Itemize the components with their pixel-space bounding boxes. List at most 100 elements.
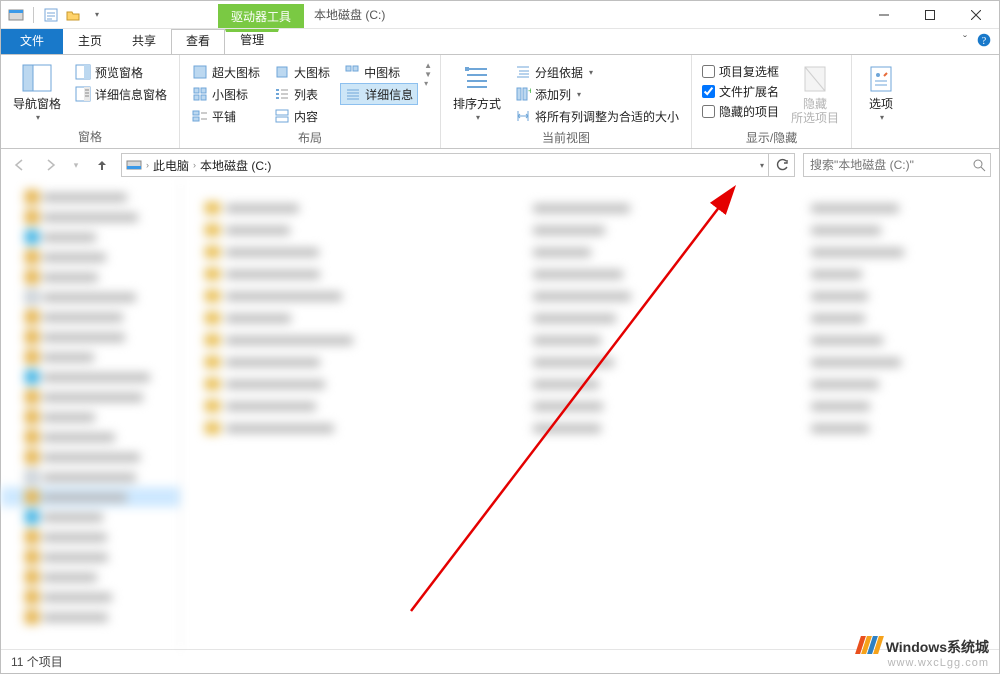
add-columns-button[interactable]: +添加列▾ xyxy=(511,83,683,105)
maximize-button[interactable] xyxy=(907,1,953,28)
list-item[interactable] xyxy=(205,375,353,393)
tree-item[interactable] xyxy=(1,527,180,547)
list-item[interactable] xyxy=(811,199,905,217)
tree-item[interactable] xyxy=(1,367,180,387)
list-item[interactable] xyxy=(533,309,630,327)
group-by-button[interactable]: 分组依据▾ xyxy=(511,61,683,83)
qat-customize-dropdown[interactable]: ▾ xyxy=(88,6,106,24)
list-item[interactable] xyxy=(811,287,905,305)
file-extensions-toggle[interactable]: 文件扩展名 xyxy=(700,81,781,101)
list-item[interactable] xyxy=(205,331,353,349)
close-button[interactable] xyxy=(953,1,999,28)
list-item[interactable] xyxy=(811,309,905,327)
file-list[interactable] xyxy=(181,181,999,649)
tree-item[interactable] xyxy=(1,207,180,227)
tree-item[interactable] xyxy=(1,567,180,587)
tree-item[interactable] xyxy=(1,467,180,487)
list-item[interactable] xyxy=(533,375,630,393)
tree-item[interactable] xyxy=(1,227,180,247)
tree-item[interactable] xyxy=(1,487,180,507)
list-item[interactable] xyxy=(205,353,353,371)
list-item[interactable] xyxy=(533,397,630,415)
tree-item[interactable] xyxy=(1,507,180,527)
list-item[interactable] xyxy=(811,221,905,239)
tree-item[interactable] xyxy=(1,347,180,367)
list-item[interactable] xyxy=(533,265,630,283)
view-extra-large-icons[interactable]: 超大图标 xyxy=(188,61,264,83)
navigation-tree[interactable] xyxy=(1,181,181,649)
tree-item[interactable] xyxy=(1,407,180,427)
list-item[interactable] xyxy=(205,309,353,327)
tree-item[interactable] xyxy=(1,267,180,287)
tree-item[interactable] xyxy=(1,547,180,567)
tree-item[interactable] xyxy=(1,587,180,607)
item-checkboxes-toggle[interactable]: 项目复选框 xyxy=(700,61,781,81)
tree-item[interactable] xyxy=(1,327,180,347)
view-details[interactable]: 详细信息 xyxy=(340,83,418,105)
list-item[interactable] xyxy=(811,375,905,393)
details-pane-button[interactable]: 详细信息窗格 xyxy=(71,83,171,105)
address-bar[interactable]: › 此电脑 › 本地磁盘 (C:) ▾ xyxy=(121,153,769,177)
view-tiles[interactable]: 平铺 xyxy=(188,105,264,127)
layout-scroll-up-icon[interactable]: ▲ xyxy=(424,61,432,70)
list-item[interactable] xyxy=(533,221,630,239)
list-item[interactable] xyxy=(205,221,353,239)
preview-pane-button[interactable]: 预览窗格 xyxy=(71,61,171,83)
breadcrumb-this-pc[interactable]: 此电脑 xyxy=(153,157,189,174)
list-item[interactable] xyxy=(205,243,353,261)
tree-item[interactable] xyxy=(1,307,180,327)
hide-selected-button[interactable]: 隐藏 所选项目 xyxy=(787,61,843,127)
tree-item[interactable] xyxy=(1,187,180,207)
list-item[interactable] xyxy=(811,265,905,283)
qat-new-folder-icon[interactable] xyxy=(64,6,82,24)
tab-view[interactable]: 查看 xyxy=(171,29,225,54)
refresh-button[interactable] xyxy=(769,153,795,177)
layout-more-icon[interactable]: ▾ xyxy=(424,79,432,88)
nav-back-button[interactable] xyxy=(9,154,31,176)
list-item[interactable] xyxy=(205,287,353,305)
address-history-dropdown[interactable]: ▾ xyxy=(760,161,764,170)
list-item[interactable] xyxy=(811,243,905,261)
help-icon[interactable]: ? xyxy=(977,33,991,47)
list-item[interactable] xyxy=(811,331,905,349)
tab-home[interactable]: 主页 xyxy=(63,29,117,54)
tree-item[interactable] xyxy=(1,427,180,447)
list-item[interactable] xyxy=(811,397,905,415)
tab-file[interactable]: 文件 xyxy=(1,29,63,54)
tree-item[interactable] xyxy=(1,387,180,407)
list-item[interactable] xyxy=(533,419,630,437)
list-item[interactable] xyxy=(811,419,905,437)
nav-forward-button[interactable] xyxy=(39,154,61,176)
tab-manage[interactable]: 管理 xyxy=(225,29,279,54)
view-large-icons[interactable]: 大图标 xyxy=(270,61,334,83)
list-item[interactable] xyxy=(533,353,630,371)
view-content[interactable]: 内容 xyxy=(270,105,334,127)
navigation-pane-button[interactable]: 导航窗格▾ xyxy=(9,61,65,124)
minimize-button[interactable] xyxy=(861,1,907,28)
ribbon-collapse-icon[interactable]: ˇ xyxy=(963,33,967,47)
tree-item[interactable] xyxy=(1,607,180,627)
list-item[interactable] xyxy=(205,265,353,283)
tree-item[interactable] xyxy=(1,447,180,467)
list-item[interactable] xyxy=(533,287,630,305)
sort-by-button[interactable]: 排序方式▾ xyxy=(449,61,505,124)
breadcrumb-drive-c[interactable]: 本地磁盘 (C:) xyxy=(200,157,271,174)
view-medium-icons[interactable]: 中图标 xyxy=(340,61,418,83)
nav-history-dropdown[interactable]: ▾ xyxy=(69,154,83,176)
layout-scroll-down-icon[interactable]: ▼ xyxy=(424,70,432,79)
view-list[interactable]: 列表 xyxy=(270,83,334,105)
search-input[interactable] xyxy=(808,157,972,173)
list-item[interactable] xyxy=(811,353,905,371)
list-item[interactable] xyxy=(533,331,630,349)
options-button[interactable]: 选项▾ xyxy=(860,61,902,124)
search-box[interactable] xyxy=(803,153,991,177)
hidden-items-toggle[interactable]: 隐藏的项目 xyxy=(700,101,781,121)
qat-properties-icon[interactable] xyxy=(42,6,60,24)
tab-share[interactable]: 共享 xyxy=(117,29,171,54)
view-small-icons[interactable]: 小图标 xyxy=(188,83,264,105)
tree-item[interactable] xyxy=(1,287,180,307)
list-item[interactable] xyxy=(205,397,353,415)
list-item[interactable] xyxy=(533,199,630,217)
size-all-columns-button[interactable]: 将所有列调整为合适的大小 xyxy=(511,105,683,127)
list-item[interactable] xyxy=(533,243,630,261)
